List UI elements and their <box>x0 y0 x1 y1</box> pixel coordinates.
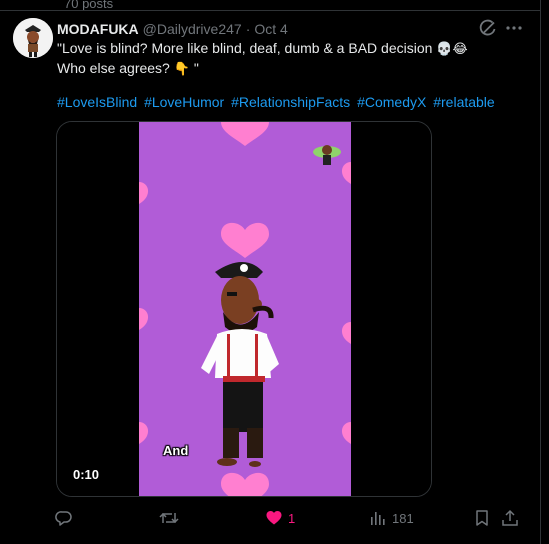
hashtag-link[interactable]: #RelationshipFacts <box>231 94 350 110</box>
author-handle[interactable]: @Dailydrive247 <box>143 21 242 37</box>
repost-button[interactable] <box>159 507 184 529</box>
hashtag-link[interactable]: #ComedyX <box>357 94 426 110</box>
hashtag-link[interactable]: #LoveIsBlind <box>57 94 137 110</box>
share-button[interactable] <box>501 507 519 529</box>
bookmark-button[interactable] <box>473 507 491 529</box>
tweet-text-line2: Who else agrees? <box>57 60 170 76</box>
video-player[interactable]: And 0:10 <box>56 121 432 497</box>
video-frame <box>57 122 431 496</box>
separator-dot: · <box>245 21 251 37</box>
more-icon[interactable] <box>504 18 524 38</box>
skull-laugh-emoji: 💀😂 <box>436 42 468 57</box>
video-timestamp: 0:10 <box>73 467 100 482</box>
author-name[interactable]: MODAFUKA <box>57 21 139 37</box>
grok-icon[interactable] <box>478 18 498 38</box>
tweet-actions: 1 181 <box>55 507 525 529</box>
hashtag-link[interactable]: #relatable <box>433 94 495 110</box>
views-icon <box>371 512 385 525</box>
share-icon <box>502 509 518 526</box>
reply-button[interactable] <box>55 507 78 529</box>
tweet-text: "Love is blind? More like blind, deaf, d… <box>57 39 507 79</box>
video-caption: And <box>163 443 189 458</box>
tweet-text-line2-end: " <box>193 60 199 76</box>
like-icon <box>266 511 282 525</box>
column-border <box>540 0 541 544</box>
top-divider <box>0 10 541 11</box>
bookmark-icon <box>476 510 488 526</box>
repost-icon <box>159 512 179 524</box>
reply-icon <box>55 511 72 526</box>
hashtag-link[interactable]: #LoveHumor <box>144 94 224 110</box>
tweet-text-line1: "Love is blind? More like blind, deaf, d… <box>57 40 433 56</box>
hashtag-list: #LoveIsBlind #LoveHumor #RelationshipFac… <box>57 93 498 112</box>
tweet-header: MODAFUKA @Dailydrive247 · Oct 4 <box>57 20 288 38</box>
like-button[interactable]: 1 <box>265 507 295 529</box>
tweet-date[interactable]: Oct 4 <box>254 21 287 37</box>
avatar[interactable] <box>13 18 53 58</box>
views-count: 181 <box>392 510 414 526</box>
views-button[interactable]: 181 <box>369 507 414 529</box>
like-count: 1 <box>288 510 296 526</box>
pointing-down-emoji: 👇 <box>173 62 190 77</box>
